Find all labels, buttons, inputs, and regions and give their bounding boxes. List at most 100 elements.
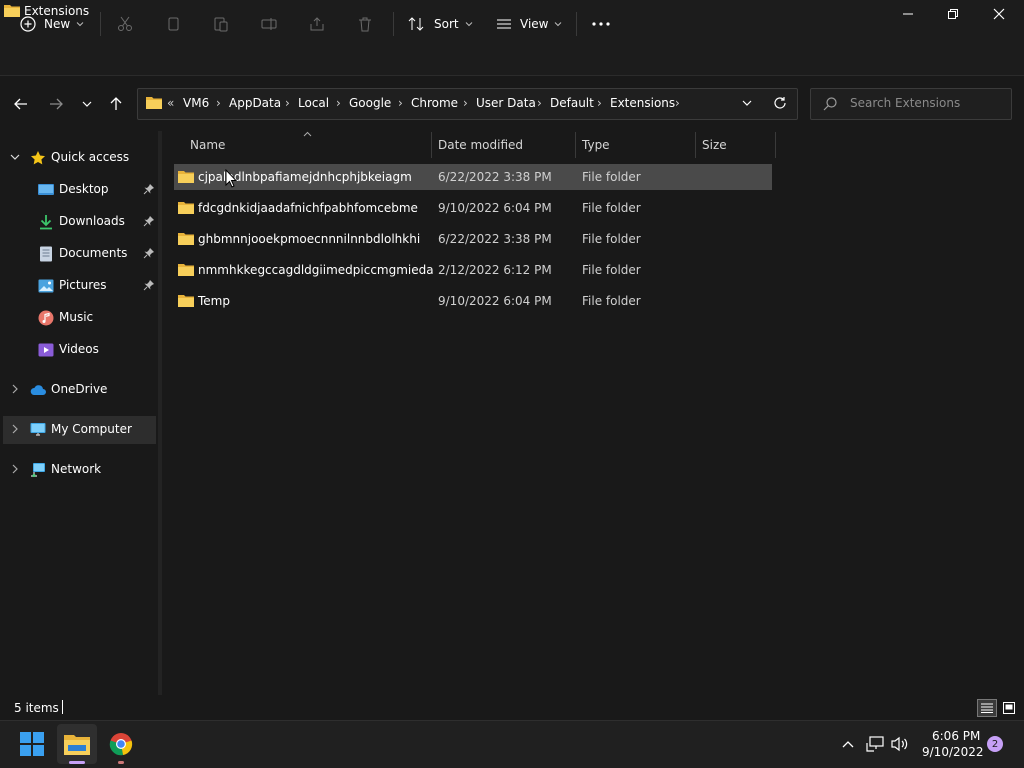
column-header-name[interactable]: Name <box>190 138 225 152</box>
table-row[interactable]: cjpalhdlnbpafiamejdnhcphjbkeiagm 6/22/20… <box>174 164 772 190</box>
column-header-date-modified[interactable]: Date modified <box>438 138 523 152</box>
breadcrumb-separator: › <box>336 96 341 110</box>
folder-icon <box>178 202 194 214</box>
breadcrumb-default[interactable]: Default <box>550 96 594 110</box>
pin-icon <box>143 216 154 227</box>
details-view-button[interactable] <box>977 699 997 717</box>
more-options-button[interactable] <box>592 10 610 38</box>
sidebar-item-label: Quick access <box>51 150 130 164</box>
breadcrumb-vm6[interactable]: VM6 <box>183 96 209 110</box>
refresh-button[interactable] <box>768 91 792 115</box>
recent-locations-button[interactable] <box>75 92 99 116</box>
show-hidden-icons-button[interactable] <box>838 734 858 754</box>
start-button[interactable] <box>12 724 52 764</box>
restore-button[interactable] <box>930 0 976 28</box>
paste-button[interactable] <box>213 10 229 38</box>
minimize-button[interactable] <box>885 0 931 28</box>
chevron-down-icon <box>742 100 752 106</box>
copy-button[interactable] <box>165 10 181 38</box>
cut-button[interactable] <box>117 10 133 38</box>
close-button[interactable] <box>976 0 1022 28</box>
rename-button[interactable] <box>261 10 277 38</box>
taskbar-file-explorer[interactable] <box>57 724 97 764</box>
file-name: nmmhkkegccagdldgiimedpiccmgmieda <box>198 263 434 277</box>
forward-button[interactable] <box>44 92 68 116</box>
close-icon <box>993 8 1005 20</box>
column-divider[interactable] <box>695 132 696 158</box>
volume-button[interactable] <box>890 734 910 754</box>
file-type: File folder <box>582 263 641 277</box>
sidebar-item-label: Music <box>59 310 94 324</box>
breadcrumb-appdata[interactable]: AppData <box>229 96 281 110</box>
sidebar-item-network[interactable]: Network <box>3 456 156 484</box>
clock-date[interactable]: 9/10/2022 <box>922 745 984 759</box>
folder-icon <box>178 264 194 276</box>
clock-time[interactable]: 6:06 PM <box>932 729 980 743</box>
navigation-pane-splitter[interactable] <box>158 131 162 695</box>
breadcrumb-overflow[interactable]: « <box>167 96 174 110</box>
toolbar-divider <box>100 12 101 36</box>
delete-button[interactable] <box>357 10 373 38</box>
tiles-view-icon <box>1003 702 1015 714</box>
column-header-size[interactable]: Size <box>702 138 727 152</box>
breadcrumb-chrome[interactable]: Chrome <box>411 96 458 110</box>
breadcrumb-local[interactable]: Local <box>298 96 329 110</box>
sort-button[interactable]: Sort <box>408 10 473 38</box>
sidebar-item-label: Documents <box>59 246 128 260</box>
sidebar-item-documents[interactable]: Documents <box>3 240 156 268</box>
sidebar-item-videos[interactable]: Videos <box>3 336 156 364</box>
star-icon <box>31 151 45 165</box>
table-row[interactable]: Temp 9/10/2022 6:04 PM File folder <box>174 288 772 314</box>
breadcrumb-separator: › <box>285 96 290 110</box>
notification-badge[interactable]: 2 <box>987 736 1003 752</box>
new-button[interactable]: New <box>20 10 84 38</box>
sidebar-item-downloads[interactable]: Downloads <box>3 208 156 236</box>
taskbar-chrome[interactable] <box>101 724 141 764</box>
download-icon <box>40 215 52 230</box>
network-icon <box>31 463 45 477</box>
address-history-button[interactable] <box>735 91 759 115</box>
document-icon <box>40 246 52 262</box>
column-divider[interactable] <box>575 132 576 158</box>
column-divider[interactable] <box>775 132 776 158</box>
sidebar-item-desktop[interactable]: Desktop <box>3 176 156 204</box>
table-row[interactable]: nmmhkkegccagdldgiimedpiccmgmieda 2/12/20… <box>174 257 772 283</box>
view-label: View <box>520 17 549 31</box>
arrow-right-icon <box>50 98 63 110</box>
sidebar-item-quick-access[interactable]: Quick access <box>3 144 156 172</box>
file-type: File folder <box>582 201 641 215</box>
sidebar-item-music[interactable]: Music <box>3 304 156 332</box>
sidebar-item-label: Network <box>51 462 102 476</box>
sidebar-item-onedrive[interactable]: OneDrive <box>3 376 156 404</box>
file-explorer-icon <box>64 735 90 755</box>
file-date: 9/10/2022 6:04 PM <box>438 294 552 308</box>
table-row[interactable]: fdcgdnkidjaadafnichfpabhfomcebme 9/10/20… <box>174 195 772 221</box>
breadcrumb-user-data[interactable]: User Data <box>476 96 536 110</box>
sidebar-item-pictures[interactable]: Pictures <box>3 272 156 300</box>
item-count: 5 items <box>14 701 59 715</box>
column-header-type[interactable]: Type <box>582 138 610 152</box>
chrome-icon <box>109 733 133 756</box>
breadcrumb-extensions[interactable]: Extensions <box>610 96 675 110</box>
details-view-icon <box>981 703 993 713</box>
sidebar-item-my-computer[interactable]: My Computer <box>3 416 156 444</box>
breadcrumb-google[interactable]: Google <box>349 96 391 110</box>
file-name: Temp <box>198 294 230 308</box>
desktop-icon <box>38 184 54 195</box>
large-icons-view-button[interactable] <box>999 699 1019 717</box>
table-row[interactable]: ghbmnnjooekpmoecnnnilnnbdlolhkhi 6/22/20… <box>174 226 772 252</box>
up-button[interactable] <box>104 92 128 116</box>
network-status-button[interactable] <box>865 734 885 754</box>
back-button[interactable] <box>9 92 33 116</box>
sidebar-item-label: OneDrive <box>51 382 108 396</box>
sidebar-item-label: Desktop <box>59 182 109 196</box>
refresh-icon <box>774 97 786 109</box>
plus-circle-icon <box>20 16 36 32</box>
toolbar-divider <box>393 12 394 36</box>
file-type: File folder <box>582 294 641 308</box>
network-status-icon <box>866 736 884 752</box>
chevron-down-icon <box>555 22 562 27</box>
view-button[interactable]: View <box>496 10 562 38</box>
column-divider[interactable] <box>431 132 432 158</box>
share-button[interactable] <box>309 10 325 38</box>
